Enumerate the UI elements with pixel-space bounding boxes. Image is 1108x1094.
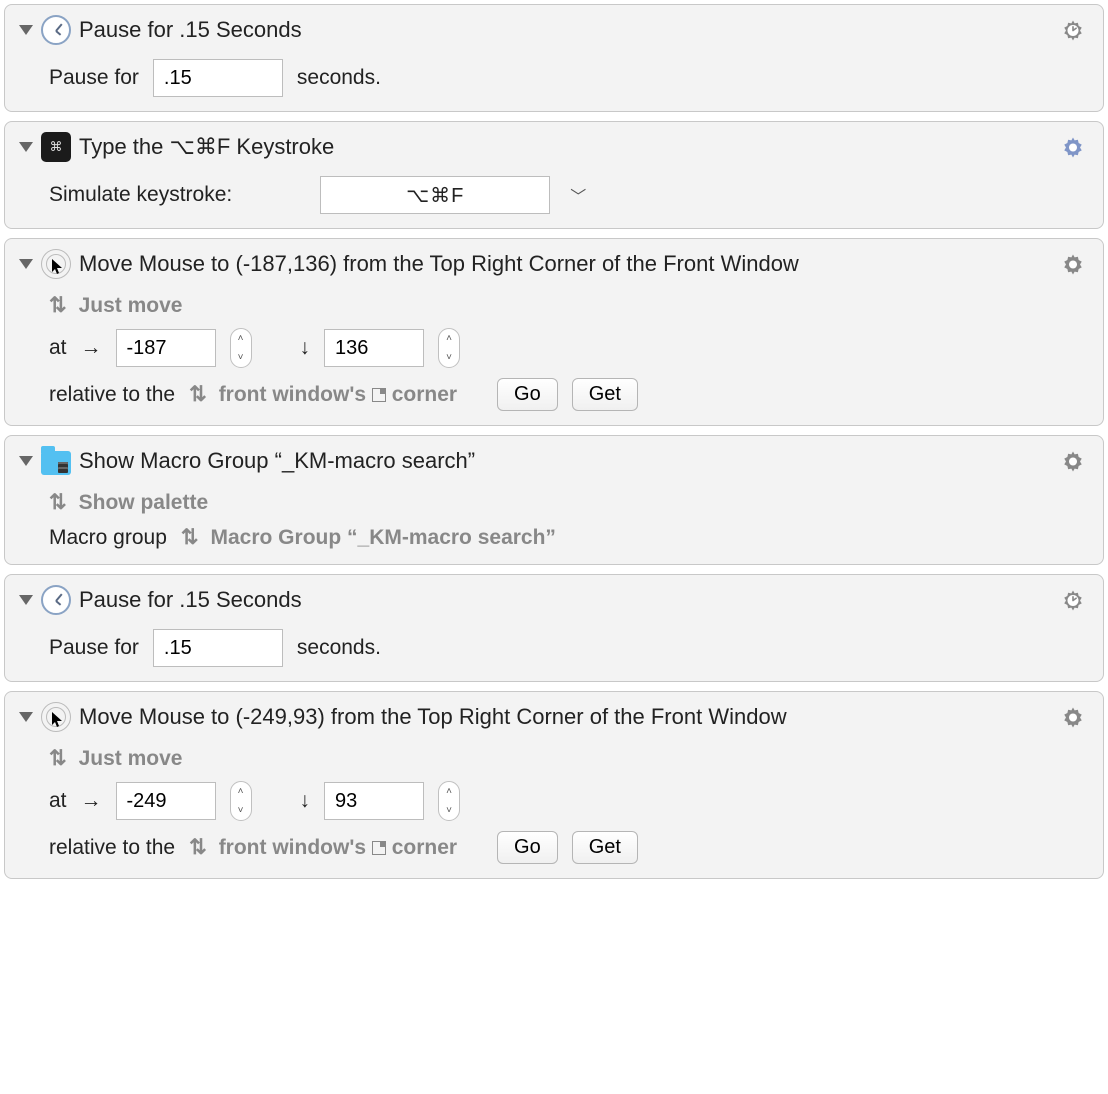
relative-selector[interactable]: front window's corner (219, 383, 457, 407)
move-mode-selector[interactable]: Just move (79, 747, 183, 771)
keyboard-icon: ⌘ (41, 132, 71, 162)
pause-for-label: Pause for (49, 66, 139, 90)
disclosure-triangle[interactable] (19, 712, 33, 722)
show-mode-selector[interactable]: Show palette (79, 491, 209, 515)
mouse-target-icon (41, 702, 71, 732)
action-header: Move Mouse to (-249,93) from the Top Rig… (19, 702, 1089, 732)
go-button[interactable]: Go (497, 831, 558, 864)
pause-for-label: Pause for (49, 636, 139, 660)
updown-icon[interactable]: ⇅ (49, 746, 65, 771)
y-stepper[interactable] (438, 328, 460, 368)
arrow-right-icon: → (81, 789, 102, 813)
go-button[interactable]: Go (497, 378, 558, 411)
action-move-mouse: Move Mouse to (-249,93) from the Top Rig… (4, 691, 1104, 879)
keystroke-field[interactable]: ⌥⌘F (320, 176, 550, 214)
action-pause: Pause for .15 Seconds Pause for seconds. (4, 574, 1104, 682)
at-label: at (49, 789, 67, 813)
disclosure-triangle[interactable] (19, 456, 33, 466)
pause-duration-input[interactable] (153, 629, 283, 667)
relative-to-label: relative to the (49, 383, 175, 407)
get-button[interactable]: Get (572, 831, 638, 864)
action-title: Show Macro Group “_KM-macro search” (79, 448, 475, 474)
arrow-right-icon: → (81, 336, 102, 360)
x-stepper[interactable] (230, 328, 252, 368)
action-move-mouse: Move Mouse to (-187,136) from the Top Ri… (4, 238, 1104, 426)
disclosure-triangle[interactable] (19, 259, 33, 269)
get-button[interactable]: Get (572, 378, 638, 411)
arrow-down-icon: ↓ (300, 336, 311, 360)
simulate-keystroke-label: Simulate keystroke: (49, 183, 232, 207)
action-title: Move Mouse to (-187,136) from the Top Ri… (79, 251, 799, 277)
gear-icon[interactable] (1055, 702, 1091, 738)
mouse-target-icon (41, 249, 71, 279)
arrow-down-icon: ↓ (300, 789, 311, 813)
action-type-keystroke: ⌘ Type the ⌥⌘F Keystroke Simulate keystr… (4, 121, 1104, 229)
x-input[interactable] (116, 329, 216, 367)
chevron-down-icon[interactable]: ﹀ (570, 183, 586, 207)
relative-to-label: relative to the (49, 836, 175, 860)
action-title: Pause for .15 Seconds (79, 587, 302, 613)
updown-icon[interactable]: ⇅ (189, 382, 205, 407)
relative-suffix: corner (392, 383, 457, 406)
action-pause: Pause for .15 Seconds Pause for seconds. (4, 4, 1104, 112)
action-title: Pause for .15 Seconds (79, 17, 302, 43)
gear-icon[interactable] (1055, 132, 1091, 168)
gear-icon[interactable] (1055, 585, 1091, 621)
macro-group-label: Macro group (49, 526, 167, 550)
disclosure-triangle[interactable] (19, 25, 33, 35)
y-input[interactable] (324, 782, 424, 820)
at-label: at (49, 336, 67, 360)
disclosure-triangle[interactable] (19, 142, 33, 152)
gear-icon[interactable] (1055, 446, 1091, 482)
clock-icon (41, 585, 71, 615)
updown-icon[interactable]: ⇅ (49, 490, 65, 515)
y-input[interactable] (324, 329, 424, 367)
disclosure-triangle[interactable] (19, 595, 33, 605)
action-header: Show Macro Group “_KM-macro search” (19, 446, 1089, 476)
clock-icon (41, 15, 71, 45)
action-header: Move Mouse to (-187,136) from the Top Ri… (19, 249, 1089, 279)
relative-value: front window's (219, 383, 366, 406)
updown-icon[interactable]: ⇅ (49, 293, 65, 318)
action-header: ⌘ Type the ⌥⌘F Keystroke (19, 132, 1089, 162)
relative-suffix: corner (392, 836, 457, 859)
action-title: Type the ⌥⌘F Keystroke (79, 134, 334, 160)
relative-selector[interactable]: front window's corner (219, 836, 457, 860)
corner-icon (372, 841, 386, 855)
macro-group-selector[interactable]: Macro Group “_KM-macro search” (211, 526, 556, 550)
action-title: Move Mouse to (-249,93) from the Top Rig… (79, 704, 787, 730)
action-header: Pause for .15 Seconds (19, 585, 1089, 615)
gear-icon[interactable] (1055, 249, 1091, 285)
action-header: Pause for .15 Seconds (19, 15, 1089, 45)
updown-icon[interactable]: ⇅ (181, 525, 197, 550)
pause-unit-label: seconds. (297, 636, 381, 660)
corner-icon (372, 388, 386, 402)
pause-unit-label: seconds. (297, 66, 381, 90)
action-show-macro-group: Show Macro Group “_KM-macro search” ⇅ Sh… (4, 435, 1104, 565)
gear-icon[interactable] (1055, 15, 1091, 51)
y-stepper[interactable] (438, 781, 460, 821)
folder-icon (41, 446, 71, 476)
x-input[interactable] (116, 782, 216, 820)
pause-duration-input[interactable] (153, 59, 283, 97)
relative-value: front window's (219, 836, 366, 859)
updown-icon[interactable]: ⇅ (189, 835, 205, 860)
move-mode-selector[interactable]: Just move (79, 294, 183, 318)
x-stepper[interactable] (230, 781, 252, 821)
